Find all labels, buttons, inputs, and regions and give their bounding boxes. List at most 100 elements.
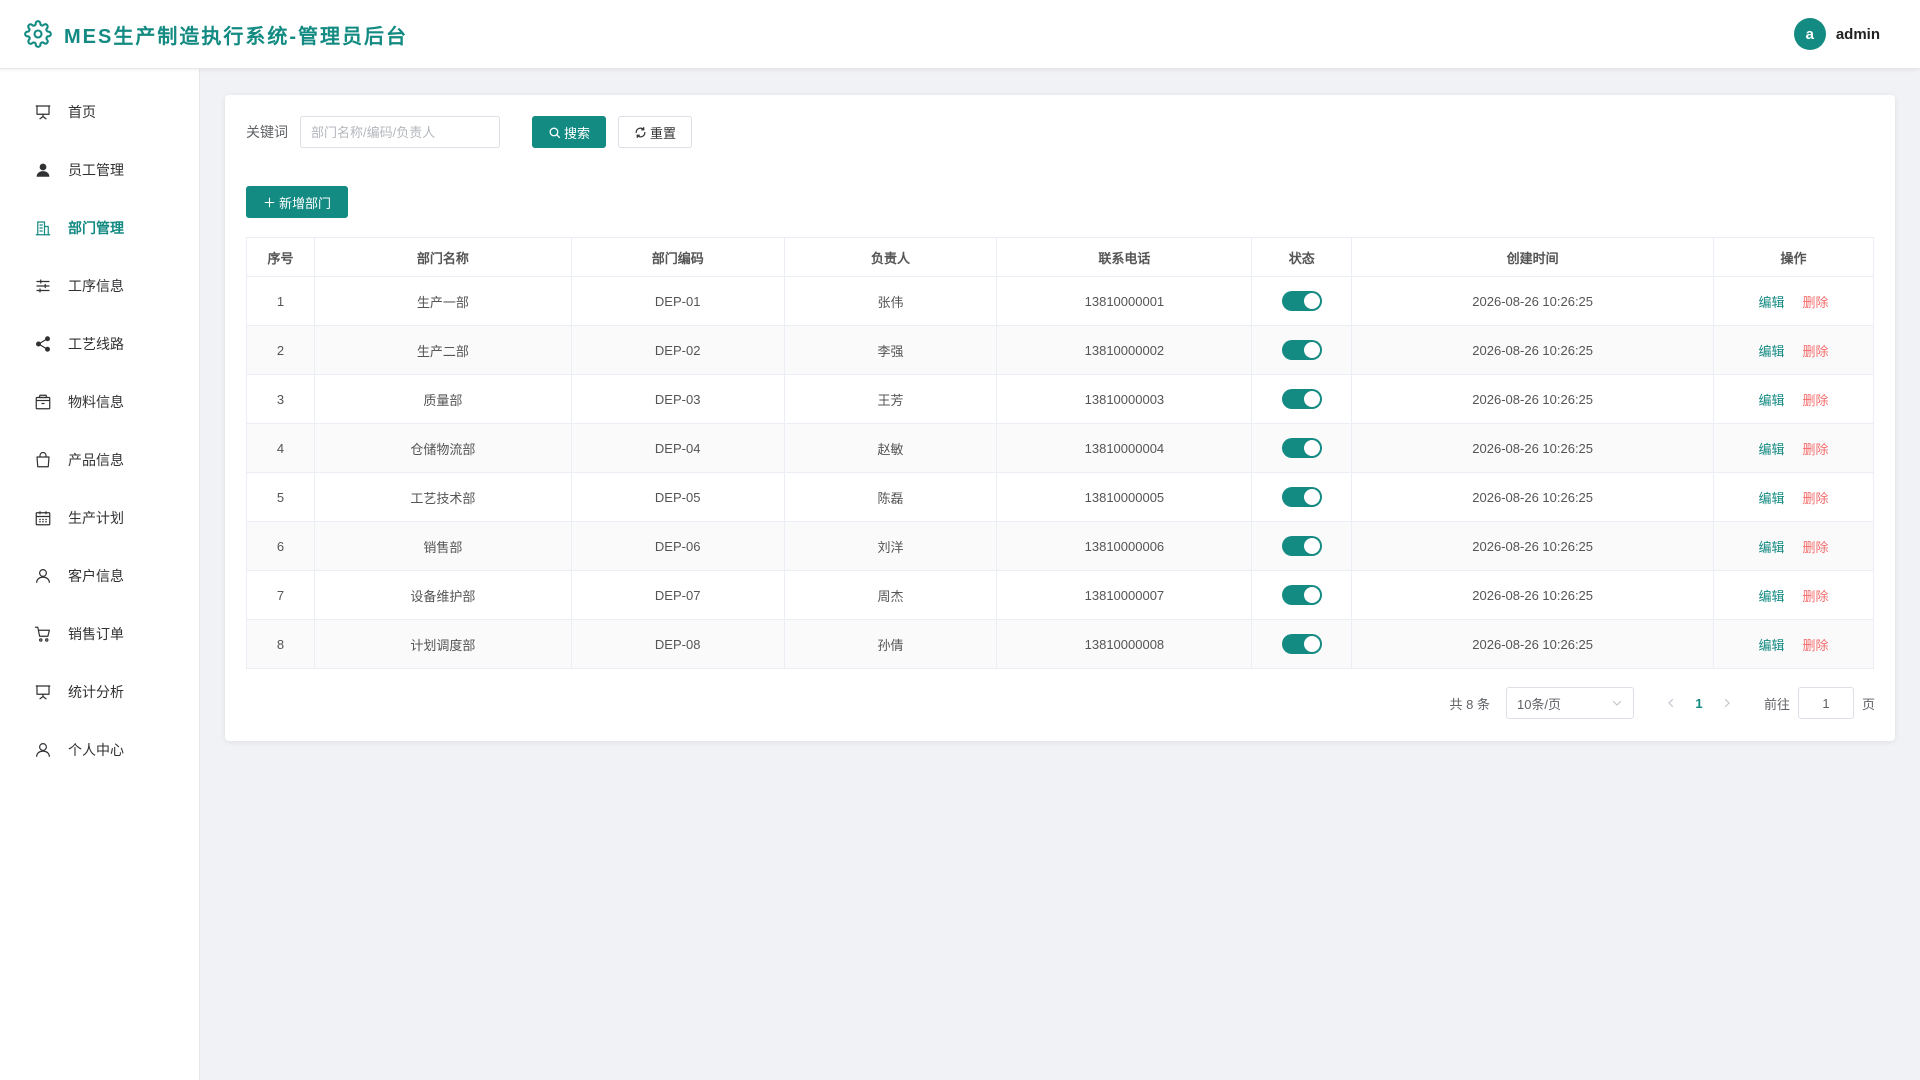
cell-manager: 王芳	[783, 374, 998, 424]
column-header-manager: 负责人	[783, 237, 998, 277]
user-icon	[36, 743, 50, 757]
edit-link[interactable]: 编辑	[1759, 344, 1785, 359]
goto-label: 前往	[1763, 696, 1790, 712]
gear-icon	[24, 20, 52, 48]
add-department-label: 新增部门	[278, 195, 331, 211]
delete-link[interactable]: 删除	[1803, 344, 1829, 359]
column-header-phone: 联系电话	[996, 237, 1253, 277]
refresh-icon	[635, 126, 646, 138]
status-toggle[interactable]	[1281, 536, 1322, 556]
status-toggle[interactable]	[1281, 438, 1322, 458]
status-toggle[interactable]	[1281, 634, 1322, 654]
avatar[interactable]: a	[1793, 18, 1826, 50]
add-department-button[interactable]: 新增部门	[246, 186, 348, 218]
office-building-icon	[35, 221, 51, 236]
chevron-down-icon	[1612, 700, 1622, 706]
status-toggle[interactable]	[1281, 389, 1322, 409]
cell-manager: 刘洋	[783, 521, 998, 571]
cell-code: DEP-07	[570, 570, 785, 620]
edit-link[interactable]: 编辑	[1759, 442, 1785, 457]
cell-actions: 编辑 删除	[1713, 619, 1874, 669]
username[interactable]: admin	[1836, 26, 1880, 43]
edit-link[interactable]: 编辑	[1759, 491, 1785, 506]
delete-link[interactable]: 删除	[1803, 393, 1829, 408]
cell-name: 计划调度部	[313, 619, 572, 669]
edit-link[interactable]: 编辑	[1759, 295, 1785, 310]
reset-button-label: 重置	[649, 125, 676, 141]
table-row: 5 工艺技术部 DEP-05 陈磊 13810000005 2026-08-26…	[246, 472, 1874, 522]
sidebar-item-processes[interactable]: 工序信息	[0, 257, 199, 315]
page-number-current[interactable]: 1	[1684, 696, 1714, 711]
edit-link[interactable]: 编辑	[1759, 589, 1785, 604]
cell-index: 2	[246, 325, 315, 375]
page-size-select[interactable]: 10条/页	[1505, 687, 1634, 719]
cell-name: 质量部	[313, 374, 572, 424]
sidebar-item-routes[interactable]: 工艺线路	[0, 315, 199, 373]
chevron-left-icon	[1668, 698, 1674, 708]
cell-status	[1251, 325, 1353, 375]
column-header-actions: 操作	[1713, 237, 1874, 277]
cell-created: 2026-08-26 10:26:25	[1351, 423, 1715, 473]
status-toggle[interactable]	[1281, 585, 1322, 605]
prev-page-button[interactable]	[1658, 689, 1684, 717]
share-icon	[36, 336, 50, 352]
cell-status	[1251, 276, 1353, 326]
table-row: 2 生产二部 DEP-02 李强 13810000002 2026-08-26 …	[246, 325, 1874, 375]
sidebar-item-departments[interactable]: 部门管理	[0, 199, 199, 257]
cell-manager: 赵敏	[783, 423, 998, 473]
status-toggle[interactable]	[1281, 291, 1322, 311]
sidebar-item-label: 工序信息	[68, 278, 124, 294]
status-toggle[interactable]	[1281, 340, 1322, 360]
cell-created: 2026-08-26 10:26:25	[1351, 472, 1715, 522]
cell-phone: 13810000001	[996, 276, 1253, 326]
user-menu[interactable]: a admin	[1793, 18, 1896, 50]
cell-phone: 13810000002	[996, 325, 1253, 375]
status-toggle[interactable]	[1281, 487, 1322, 507]
search-button[interactable]: 搜索	[532, 116, 606, 148]
reset-button[interactable]: 重置	[618, 116, 692, 148]
table-row: 7 设备维护部 DEP-07 周杰 13810000007 2026-08-26…	[246, 570, 1874, 620]
sidebar-item-label: 统计分析	[68, 684, 124, 700]
delete-link[interactable]: 删除	[1803, 540, 1829, 555]
cell-code: DEP-03	[570, 374, 785, 424]
edit-link[interactable]: 编辑	[1759, 540, 1785, 555]
sidebar-item-profile[interactable]: 个人中心	[0, 721, 199, 779]
edit-link[interactable]: 编辑	[1759, 393, 1785, 408]
search-input[interactable]	[300, 116, 500, 148]
delete-link[interactable]: 删除	[1803, 491, 1829, 506]
cell-manager: 张伟	[783, 276, 998, 326]
shopping-bag-icon	[36, 451, 50, 468]
edit-link[interactable]: 编辑	[1759, 638, 1785, 653]
cell-created: 2026-08-26 10:26:25	[1351, 325, 1715, 375]
cell-index: 5	[246, 472, 315, 522]
sidebar-item-label: 个人中心	[68, 742, 124, 758]
sidebar: 首页 员工管理 部门管理 工序信息 工艺线路 物料信息 产品信息 生产计划 客户…	[0, 69, 200, 1080]
delete-link[interactable]: 删除	[1803, 295, 1829, 310]
next-page-button[interactable]	[1714, 689, 1740, 717]
goto-suffix: 页	[1861, 696, 1875, 712]
column-header-code: 部门编码	[570, 237, 785, 277]
sidebar-item-employees[interactable]: 员工管理	[0, 141, 199, 199]
cell-created: 2026-08-26 10:26:25	[1351, 570, 1715, 620]
sidebar-item-materials[interactable]: 物料信息	[0, 373, 199, 431]
delete-link[interactable]: 删除	[1803, 638, 1829, 653]
sidebar-item-statistics[interactable]: 统计分析	[0, 663, 199, 721]
box-icon	[35, 394, 51, 410]
sidebar-item-orders[interactable]: 销售订单	[0, 605, 199, 663]
cell-actions: 编辑 删除	[1713, 472, 1874, 522]
delete-link[interactable]: 删除	[1803, 589, 1829, 604]
sidebar-item-customers[interactable]: 客户信息	[0, 547, 199, 605]
cell-manager: 李强	[783, 325, 998, 375]
sidebar-item-home[interactable]: 首页	[0, 83, 199, 141]
cell-code: DEP-08	[570, 619, 785, 669]
department-table: 序号 部门名称 部门编码 负责人 联系电话 状态 创建时间 操作 1 生产一部 …	[246, 237, 1874, 669]
cell-manager: 陈磊	[783, 472, 998, 522]
goto-page-input[interactable]	[1797, 687, 1854, 719]
sidebar-item-plans[interactable]: 生产计划	[0, 489, 199, 547]
delete-link[interactable]: 删除	[1803, 442, 1829, 457]
pagination: 共 8 条 10条/页 1 前往 页	[1450, 687, 1875, 719]
sidebar-item-label: 员工管理	[68, 162, 124, 178]
column-header-index: 序号	[246, 237, 315, 277]
cell-phone: 13810000006	[996, 521, 1253, 571]
sidebar-item-products[interactable]: 产品信息	[0, 431, 199, 489]
